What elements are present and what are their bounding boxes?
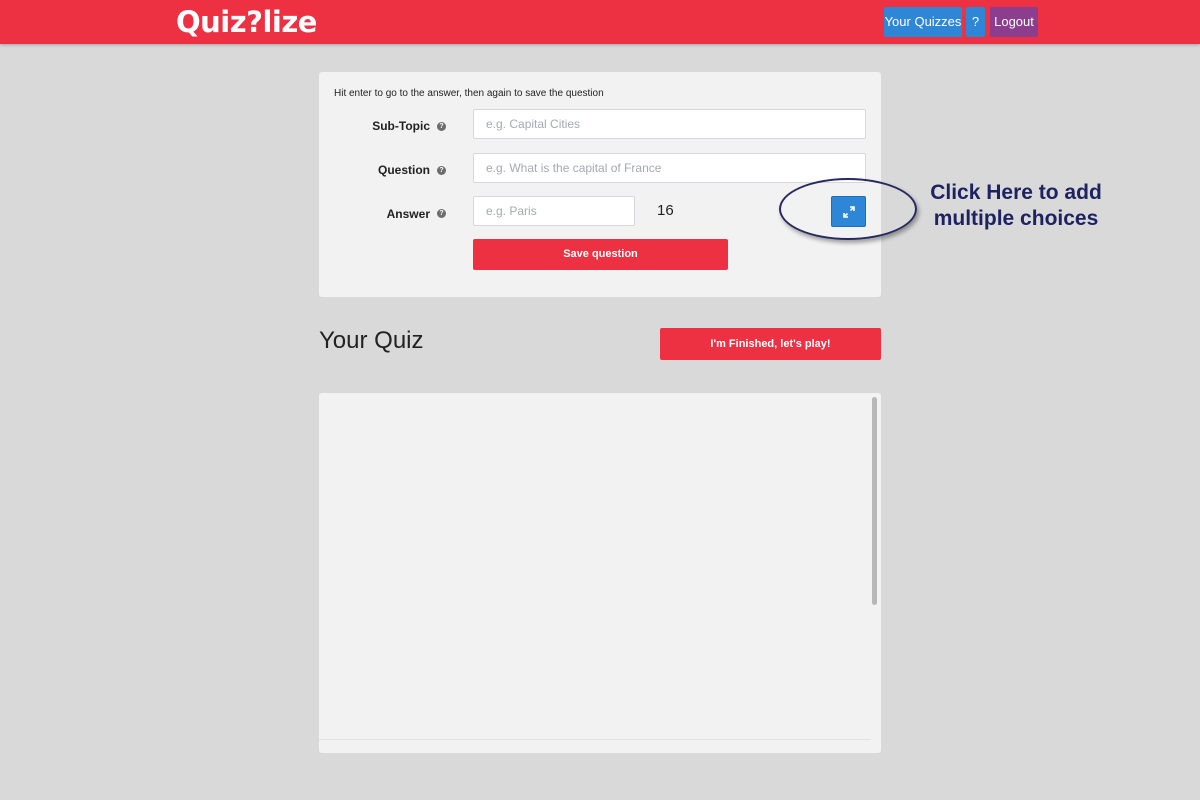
answer-input[interactable]: [473, 196, 635, 226]
multiple-choice-expand-button[interactable]: [831, 196, 866, 227]
answer-character-count: 16: [657, 202, 674, 219]
answer-label: Answer: [386, 207, 430, 221]
question-input[interactable]: [473, 153, 866, 183]
question-info-icon[interactable]: ?: [437, 166, 446, 175]
quiz-questions-list[interactable]: [319, 393, 881, 753]
top-navbar: Quiz?lize Your Quizzes ? Logout: [0, 0, 1200, 44]
help-button[interactable]: ?: [966, 7, 985, 37]
scrollbar-thumb[interactable]: [872, 397, 877, 605]
subtopic-info-icon[interactable]: ?: [437, 122, 446, 131]
subtopic-input[interactable]: [473, 109, 866, 139]
answer-info-icon[interactable]: ?: [437, 209, 446, 218]
save-question-button[interactable]: Save question: [473, 239, 728, 270]
your-quizzes-button[interactable]: Your Quizzes: [884, 7, 962, 37]
question-label: Question: [377, 163, 430, 177]
subtopic-label: Sub-Topic: [372, 119, 430, 133]
quiz-list-scrollbar[interactable]: [871, 395, 879, 741]
quiz-list-divider: [319, 739, 871, 745]
logout-button[interactable]: Logout: [990, 7, 1038, 37]
form-hint: Hit enter to go to the answer, then agai…: [334, 88, 604, 99]
quizalize-logo[interactable]: Quiz?lize: [176, 2, 317, 42]
finish-and-play-button[interactable]: I'm Finished, let's play!: [660, 328, 881, 360]
your-quiz-heading: Your Quiz: [319, 327, 424, 354]
annotation-callout-text: Click Here to add multiple choices: [930, 181, 1102, 230]
expand-arrows-icon: [843, 206, 855, 218]
